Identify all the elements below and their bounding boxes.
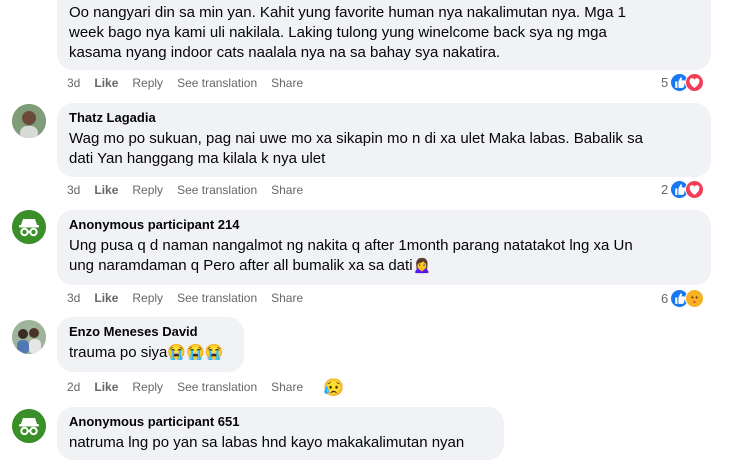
comment-bubble: Enzo Meneses David trauma po siya😭😭😭	[57, 317, 244, 372]
timestamp-link[interactable]: 3d	[67, 76, 80, 90]
sad-reaction-icon[interactable]: 😥	[323, 379, 344, 396]
comment-actions: 3d Like Reply See translation Share	[67, 182, 317, 198]
reactions-summary[interactable]: 6	[661, 289, 705, 308]
comment-text-line: trauma po siya😭😭😭	[69, 343, 232, 363]
reactions-summary[interactable]: 2	[661, 180, 705, 199]
like-button[interactable]: Like	[94, 183, 118, 197]
share-button[interactable]: Share	[271, 76, 303, 90]
care-icon	[685, 289, 705, 308]
comment-bubble: Anonymous participant 651 natruma lng po…	[57, 407, 504, 460]
share-button[interactable]: Share	[271, 183, 303, 197]
avatar[interactable]	[12, 320, 46, 354]
share-button[interactable]: Share	[271, 291, 303, 305]
comment-text: ung naramdaman q Pero after all bumalik …	[69, 257, 413, 274]
comment-text: natruma lng po yan sa labas hnd kayo mak…	[69, 434, 465, 451]
see-translation-link[interactable]: See translation	[177, 183, 257, 197]
share-button[interactable]: Share	[271, 380, 303, 394]
see-translation-link[interactable]: See translation	[177, 291, 257, 305]
comment-text-line: Oo nangyari din sa min yan. Kahit yung f…	[69, 4, 626, 21]
timestamp-link[interactable]: 2d	[67, 380, 80, 394]
avatar[interactable]	[12, 104, 46, 138]
reply-button[interactable]: Reply	[132, 291, 163, 305]
comment-text-line: Ung pusa q d naman nangalmot ng nakita q…	[69, 237, 633, 254]
anonymous-avatar-icon[interactable]	[12, 409, 46, 443]
like-button[interactable]: Like	[94, 380, 118, 394]
like-button[interactable]: Like	[94, 76, 118, 90]
reactions-summary[interactable]: 5	[661, 73, 705, 92]
like-button[interactable]: Like	[94, 291, 118, 305]
reply-button[interactable]: Reply	[132, 380, 163, 394]
see-translation-link[interactable]: See translation	[177, 76, 257, 90]
crying-emoji: 😭😭😭	[167, 344, 224, 361]
comment-actions: 2d Like Reply See translation Share 😥	[67, 379, 358, 396]
comment-text-line: dati Yan hanggang ma kilala k nya ulet	[69, 150, 326, 167]
reply-button[interactable]: Reply	[132, 76, 163, 90]
comment-text-line: week bago nya kami uli nakilala. Laking …	[69, 24, 607, 41]
comment-bubble: Oo nangyari din sa min yan. Kahit yung f…	[57, 0, 711, 70]
comment-actions: 3d Like Reply See translation Share	[67, 75, 317, 91]
heart-icon	[685, 180, 705, 199]
comment-actions: 3d Like Reply See translation Share	[67, 290, 317, 306]
comment-bubble: Thatz Lagadia Wag mo po sukuan, pag nai …	[57, 103, 711, 177]
heart-icon	[685, 73, 705, 92]
comment-author[interactable]: Anonymous participant 651	[69, 414, 492, 430]
comment-bubble: Anonymous participant 214 Ung pusa q d n…	[57, 210, 711, 285]
comment-text-line: Wag mo po sukuan, pag nai uwe mo xa sika…	[69, 130, 643, 147]
see-translation-link[interactable]: See translation	[177, 380, 257, 394]
comment-text-line: ung naramdaman q Pero after all bumalik …	[69, 256, 699, 276]
comment-author[interactable]: Enzo Meneses David	[69, 324, 232, 340]
reaction-count: 6	[661, 291, 669, 306]
anonymous-avatar-icon[interactable]	[12, 210, 46, 244]
emoji: 🙍‍♀️	[412, 257, 432, 274]
comment-text: trauma po siya	[69, 344, 168, 361]
comment-author[interactable]: Thatz Lagadia	[69, 110, 699, 126]
reaction-count: 2	[661, 182, 669, 197]
timestamp-link[interactable]: 3d	[67, 183, 80, 197]
timestamp-link[interactable]: 3d	[67, 291, 80, 305]
reply-button[interactable]: Reply	[132, 183, 163, 197]
comment-text-line: kasama nyang indoor cats naalala nya na …	[69, 44, 501, 61]
comment-author[interactable]: Anonymous participant 214	[69, 217, 699, 233]
reaction-count: 5	[661, 75, 669, 90]
